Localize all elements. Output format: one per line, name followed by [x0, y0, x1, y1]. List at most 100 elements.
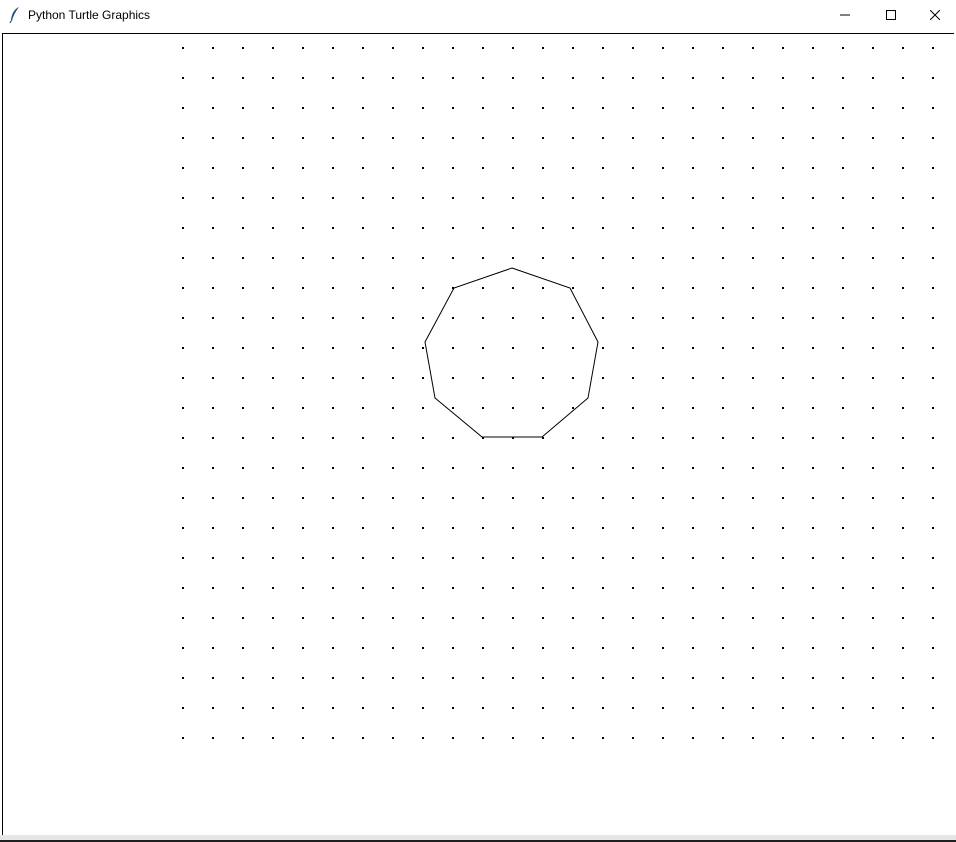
- grid-dot: [512, 407, 514, 409]
- grid-dot: [752, 317, 754, 319]
- grid-dot: [902, 647, 904, 649]
- grid-dot: [422, 617, 424, 619]
- grid-dot: [872, 497, 874, 499]
- grid-dot: [602, 317, 604, 319]
- grid-dot: [212, 167, 214, 169]
- grid-dot: [242, 647, 244, 649]
- grid-dot: [332, 527, 334, 529]
- grid-dot: [242, 437, 244, 439]
- grid-dot: [722, 527, 724, 529]
- grid-dot: [242, 617, 244, 619]
- grid-dot: [752, 677, 754, 679]
- grid-dot: [902, 497, 904, 499]
- grid-dot: [812, 437, 814, 439]
- grid-dot: [692, 287, 694, 289]
- grid-dot: [752, 167, 754, 169]
- grid-dot: [602, 107, 604, 109]
- grid-dot: [572, 437, 574, 439]
- grid-dot: [662, 527, 664, 529]
- grid-dot: [932, 257, 934, 259]
- grid-dot: [872, 437, 874, 439]
- grid-dot: [692, 347, 694, 349]
- grid-dot: [332, 47, 334, 49]
- grid-dot: [332, 617, 334, 619]
- grid-dot: [692, 497, 694, 499]
- grid-dot: [362, 527, 364, 529]
- grid-dot: [602, 407, 604, 409]
- grid-dot: [362, 707, 364, 709]
- grid-dot: [632, 647, 634, 649]
- grid-dot: [422, 107, 424, 109]
- grid-dot: [482, 527, 484, 529]
- grid-dot: [512, 227, 514, 229]
- grid-dot: [662, 227, 664, 229]
- grid-dot: [242, 197, 244, 199]
- grid-dot: [782, 617, 784, 619]
- grid-dot: [182, 737, 184, 739]
- grid-dot: [572, 197, 574, 199]
- grid-dot: [482, 287, 484, 289]
- grid-dot: [932, 107, 934, 109]
- grid-dot: [362, 287, 364, 289]
- grid-dot: [392, 137, 394, 139]
- grid-dot: [392, 167, 394, 169]
- grid-dot: [812, 407, 814, 409]
- grid-dot: [812, 137, 814, 139]
- grid-dot: [452, 137, 454, 139]
- grid-dot: [452, 257, 454, 259]
- grid-dot: [662, 47, 664, 49]
- grid-dot: [842, 557, 844, 559]
- grid-dot: [662, 587, 664, 589]
- grid-dot: [302, 47, 304, 49]
- grid-dot: [272, 47, 274, 49]
- grid-dot: [392, 437, 394, 439]
- grid-dot: [842, 347, 844, 349]
- grid-dot: [272, 377, 274, 379]
- grid-dot: [842, 617, 844, 619]
- grid-dot: [722, 557, 724, 559]
- grid-dot: [422, 647, 424, 649]
- grid-dot: [272, 257, 274, 259]
- grid-dot: [422, 137, 424, 139]
- grid-dot: [482, 317, 484, 319]
- grid-dot: [602, 377, 604, 379]
- grid-dot: [332, 587, 334, 589]
- grid-dot: [632, 287, 634, 289]
- grid-dot: [182, 437, 184, 439]
- grid-dot: [752, 197, 754, 199]
- grid-dot: [362, 377, 364, 379]
- grid-dot: [842, 317, 844, 319]
- grid-dot: [182, 167, 184, 169]
- grid-dot: [872, 167, 874, 169]
- grid-dot: [872, 557, 874, 559]
- grid-dot: [572, 167, 574, 169]
- grid-dot: [272, 737, 274, 739]
- grid-dot: [212, 707, 214, 709]
- grid-dot: [902, 107, 904, 109]
- grid-dot: [302, 557, 304, 559]
- grid-dot: [272, 707, 274, 709]
- grid-dot: [662, 467, 664, 469]
- grid-dot: [392, 287, 394, 289]
- grid-dot: [452, 647, 454, 649]
- grid-dot: [452, 167, 454, 169]
- grid-dot: [392, 47, 394, 49]
- grid-dot: [542, 527, 544, 529]
- grid-dot: [872, 707, 874, 709]
- grid-dot: [692, 377, 694, 379]
- grid-dot: [752, 587, 754, 589]
- grid-dot: [602, 527, 604, 529]
- grid-dot: [242, 347, 244, 349]
- grid-dot: [482, 77, 484, 79]
- grid-dot: [572, 617, 574, 619]
- grid-dot: [692, 677, 694, 679]
- grid-dot: [692, 257, 694, 259]
- grid-dot: [212, 137, 214, 139]
- grid-dot: [362, 497, 364, 499]
- grid-dot: [332, 197, 334, 199]
- grid-dot: [182, 497, 184, 499]
- grid-dot: [332, 77, 334, 79]
- grid-dot: [212, 737, 214, 739]
- grid-dot: [572, 257, 574, 259]
- grid-dot: [422, 587, 424, 589]
